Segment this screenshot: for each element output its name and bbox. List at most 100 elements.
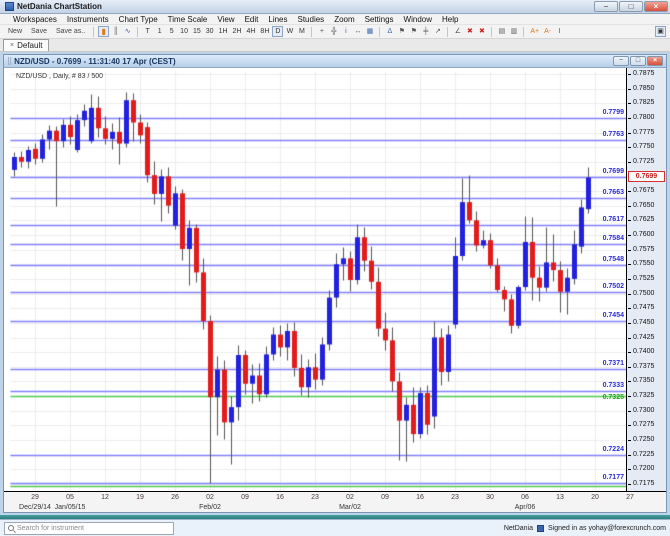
price-axis-label: 0.7225: [633, 451, 655, 458]
time-axis-tick-label: 20: [591, 494, 599, 501]
price-axis-tick: [628, 250, 631, 251]
menu-studies[interactable]: Studies: [293, 15, 330, 24]
price-axis-label: 0.7775: [633, 129, 655, 136]
menu-window[interactable]: Window: [399, 15, 437, 24]
export-icon[interactable]: ▦: [364, 26, 375, 37]
price-axis-tick: [628, 338, 631, 339]
window-titlebar: NetDania ChartStation − □ ×: [0, 0, 670, 14]
window-layout-button[interactable]: ▣: [655, 26, 666, 37]
angle-line-icon[interactable]: ∠: [452, 26, 463, 37]
support-resistance-label: 0.7371: [602, 360, 624, 367]
delete-icon[interactable]: ✖: [464, 26, 475, 37]
chart-close-button[interactable]: ×: [647, 56, 663, 66]
menu-zoom[interactable]: Zoom: [329, 15, 359, 24]
timeframe-4h-button[interactable]: 4H: [244, 26, 257, 37]
chart-window-titlebar[interactable]: ⣿ NZD/USD - 0.7699 - 11:31:40 17 Apr (CE…: [4, 55, 666, 68]
trend-channel-icon[interactable]: ⚑: [408, 26, 419, 37]
toolbar-separator: [491, 26, 493, 37]
tab-default[interactable]: × Default: [3, 39, 50, 51]
price-axis-tick: [628, 484, 631, 485]
menu-chart-type[interactable]: Chart Type: [114, 15, 163, 24]
time-axis-tick-label: 13: [556, 494, 564, 501]
price-axis-tick: [628, 425, 631, 426]
timeframe-w-button[interactable]: W: [284, 26, 295, 37]
time-axis-tick-label: 02: [206, 494, 214, 501]
chart-area[interactable]: NZD/USD , Daily, # 83 / 500 0.7875 0.7850…: [4, 68, 666, 512]
trend-line-icon[interactable]: ⚑: [396, 26, 407, 37]
support-resistance-label: 0.7502: [602, 283, 624, 290]
timeframe-1h-button[interactable]: 1H: [217, 26, 230, 37]
toolbar-new-button[interactable]: New: [4, 28, 26, 35]
time-axis[interactable]: 29 05 12 19 26 02 09 16 23 02 09 16 23 30 06 13 20 27 Dec/…: [4, 491, 666, 512]
menu-workspaces[interactable]: Workspaces: [8, 15, 62, 24]
delete-all-icon[interactable]: ✖: [476, 26, 487, 37]
zoom-in-icon[interactable]: A+: [528, 26, 541, 37]
grid-icon[interactable]: ╬: [328, 26, 339, 37]
timeframe-1-button[interactable]: 1: [154, 26, 165, 37]
search-input[interactable]: Search for instrument: [4, 521, 174, 535]
search-icon: [8, 525, 14, 531]
timeframe-d-button[interactable]: D: [272, 26, 284, 37]
toolbar-separator: [137, 26, 139, 37]
time-axis-date-label: Mar/02: [339, 504, 361, 511]
minimize-button[interactable]: −: [594, 1, 618, 12]
maximize-button[interactable]: □: [619, 1, 643, 12]
price-axis-label: 0.7300: [633, 407, 655, 414]
candlestick-plot[interactable]: [10, 71, 626, 491]
menu-settings[interactable]: Settings: [360, 15, 399, 24]
price-axis-label: 0.7725: [633, 158, 655, 165]
timeframe-m-button[interactable]: M: [296, 26, 307, 37]
candlestick-chart-icon[interactable]: ▮: [98, 26, 110, 37]
price-axis-label: 0.7850: [633, 85, 655, 92]
chart-restore-button[interactable]: □: [630, 56, 646, 66]
price-axis[interactable]: 0.7875 0.7850 0.7825 0.7800 0.7775 0.7750 0.77…: [626, 68, 666, 491]
timeframe-8h-button[interactable]: 8H: [258, 26, 271, 37]
menu-instruments[interactable]: Instruments: [62, 15, 114, 24]
time-axis-tick-label: 09: [241, 494, 249, 501]
line-chart-icon[interactable]: ∿: [122, 26, 133, 37]
menu-view[interactable]: View: [212, 15, 239, 24]
price-axis-label: 0.7500: [633, 290, 655, 297]
time-axis-tick-label: 16: [276, 494, 284, 501]
menu-help[interactable]: Help: [437, 15, 463, 24]
instrument-label: NZD/USD , Daily, # 83 / 500: [16, 73, 104, 80]
timeframe-2h-button[interactable]: 2H: [231, 26, 244, 37]
timeframe-30-button[interactable]: 30: [204, 26, 216, 37]
tab-strip: × Default: [0, 39, 670, 52]
support-resistance-label: 0.7548: [602, 256, 624, 263]
chart-minimize-button[interactable]: −: [613, 56, 629, 66]
price-axis-tick: [628, 206, 631, 207]
chart-window-title: NZD/USD - 0.7699 - 11:31:40 17 Apr (CEST…: [14, 56, 176, 66]
menu-edit[interactable]: Edit: [240, 15, 264, 24]
timeframe-10-button[interactable]: 10: [178, 26, 190, 37]
price-axis-label: 0.7550: [633, 260, 655, 267]
price-axis-tick: [628, 133, 631, 134]
menu-time-scale[interactable]: Time Scale: [163, 15, 213, 24]
ray-icon[interactable]: ↗: [432, 26, 443, 37]
close-button[interactable]: ×: [644, 1, 668, 12]
fibonacci-icon[interactable]: ╪: [420, 26, 431, 37]
price-axis-label: 0.7275: [633, 421, 655, 428]
timeframe-5-button[interactable]: 5: [166, 26, 177, 37]
timeframe-15-button[interactable]: 15: [191, 26, 203, 37]
alert-bell-icon[interactable]: Δ: [384, 26, 395, 37]
toolbar-save-as--button[interactable]: Save as..: [52, 28, 89, 35]
print-icon[interactable]: ▤: [496, 26, 507, 37]
scroll-icon[interactable]: ↔: [352, 26, 363, 37]
price-axis-tick: [628, 279, 631, 280]
info-icon[interactable]: i: [340, 26, 351, 37]
measure-icon[interactable]: Ι: [554, 26, 565, 37]
print-preview-icon[interactable]: ▥: [508, 26, 519, 37]
price-axis-label: 0.7650: [633, 202, 655, 209]
price-axis-tick: [628, 308, 631, 309]
crosshair-icon[interactable]: +: [316, 26, 327, 37]
price-axis-tick: [628, 367, 631, 368]
bar-chart-icon[interactable]: ║: [110, 26, 121, 37]
toolbar-save-button[interactable]: Save: [27, 28, 51, 35]
tab-close-icon[interactable]: ×: [10, 42, 14, 49]
price-axis-label: 0.7450: [633, 319, 655, 326]
zoom-out-icon[interactable]: A-: [542, 26, 553, 37]
timeframe-t-button[interactable]: T: [142, 26, 153, 37]
time-axis-tick-label: 23: [451, 494, 459, 501]
menu-lines[interactable]: Lines: [263, 15, 292, 24]
